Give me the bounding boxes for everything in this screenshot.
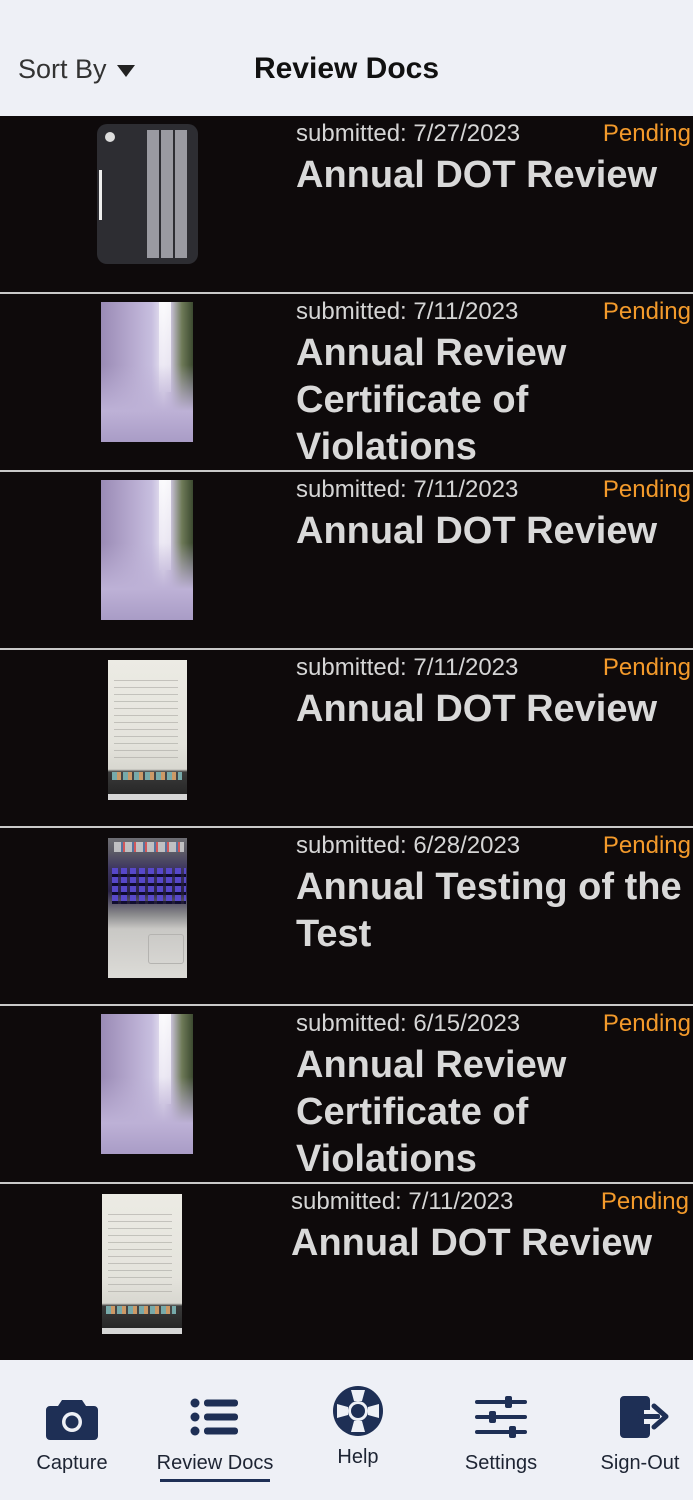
- status-badge: Pending: [602, 832, 691, 859]
- nav-capture-label: Capture: [36, 1452, 108, 1474]
- submitted-date: submitted: 7/11/2023: [291, 1188, 514, 1215]
- document-row[interactable]: submitted: 7/11/2023 Pending Annual DOT …: [0, 472, 693, 650]
- document-title: Annual Testing of the Test: [296, 866, 682, 955]
- document-row[interactable]: submitted: 6/28/2023 Pending Annual Test…: [0, 828, 693, 1006]
- top-bar: Sort By Review Docs: [0, 0, 693, 116]
- document-list[interactable]: submitted: 7/27/2023 Pending Annual DOT …: [0, 116, 693, 1360]
- nav-help-label: Help: [337, 1446, 379, 1468]
- document-row[interactable]: submitted: 7/11/2023 Pending Annual DOT …: [0, 650, 693, 828]
- sign-out-icon: [620, 1396, 669, 1438]
- document-thumbnail: [102, 1194, 182, 1334]
- nav-sign-out-label: Sign-Out: [600, 1452, 680, 1474]
- submitted-date: submitted: 7/27/2023: [296, 120, 521, 147]
- status-badge: Pending: [600, 1188, 689, 1215]
- document-row[interactable]: submitted: 7/27/2023 Pending Annual DOT …: [0, 116, 693, 294]
- submitted-date: submitted: 7/11/2023: [296, 476, 519, 503]
- camera-icon: [46, 1400, 98, 1440]
- list-icon: [190, 1398, 238, 1436]
- status-badge: Pending: [602, 120, 691, 147]
- submitted-date: submitted: 7/11/2023: [296, 298, 519, 325]
- lifebuoy-icon: [333, 1386, 383, 1436]
- document-row[interactable]: submitted: 7/11/2023 Pending Annual Revi…: [0, 294, 693, 472]
- sliders-icon: [475, 1396, 527, 1438]
- document-row[interactable]: submitted: 7/11/2023 Pending Annual DOT …: [0, 1184, 693, 1360]
- nav-review-docs-label: Review Docs: [156, 1452, 274, 1474]
- document-title: Annual DOT Review: [291, 1222, 653, 1264]
- submitted-date: submitted: 6/28/2023: [296, 832, 521, 859]
- submitted-date: submitted: 6/15/2023: [296, 1010, 521, 1037]
- active-tab-indicator: [160, 1479, 270, 1482]
- nav-capture[interactable]: Capture: [12, 1360, 132, 1500]
- document-thumbnail: [108, 660, 187, 800]
- nav-help[interactable]: Help: [300, 1360, 416, 1500]
- document-thumbnail: [108, 838, 187, 978]
- document-thumbnail: [97, 124, 198, 264]
- status-badge: Pending: [602, 654, 691, 681]
- document-title: Annual Review Certificate of Violations: [296, 1044, 567, 1180]
- submitted-date: submitted: 7/11/2023: [296, 654, 519, 681]
- bottom-nav: Capture Review Docs Help Settings Sign-O…: [0, 1360, 693, 1500]
- document-thumbnail: [101, 1014, 193, 1154]
- document-row[interactable]: submitted: 6/15/2023 Pending Annual Revi…: [0, 1006, 693, 1184]
- document-title: Annual DOT Review: [296, 688, 658, 730]
- nav-settings[interactable]: Settings: [440, 1360, 562, 1500]
- document-thumbnail: [101, 480, 193, 620]
- status-badge: Pending: [602, 298, 691, 325]
- page-title: Review Docs: [253, 52, 440, 85]
- status-badge: Pending: [602, 1010, 691, 1037]
- nav-settings-label: Settings: [464, 1452, 538, 1474]
- document-title: Annual Review Certificate of Violations: [296, 332, 567, 468]
- document-title: Annual DOT Review: [296, 154, 658, 196]
- nav-review-docs[interactable]: Review Docs: [150, 1360, 280, 1500]
- status-badge: Pending: [602, 476, 691, 503]
- nav-sign-out[interactable]: Sign-Out: [590, 1360, 693, 1500]
- document-title: Annual DOT Review: [296, 510, 658, 552]
- document-thumbnail: [101, 302, 193, 442]
